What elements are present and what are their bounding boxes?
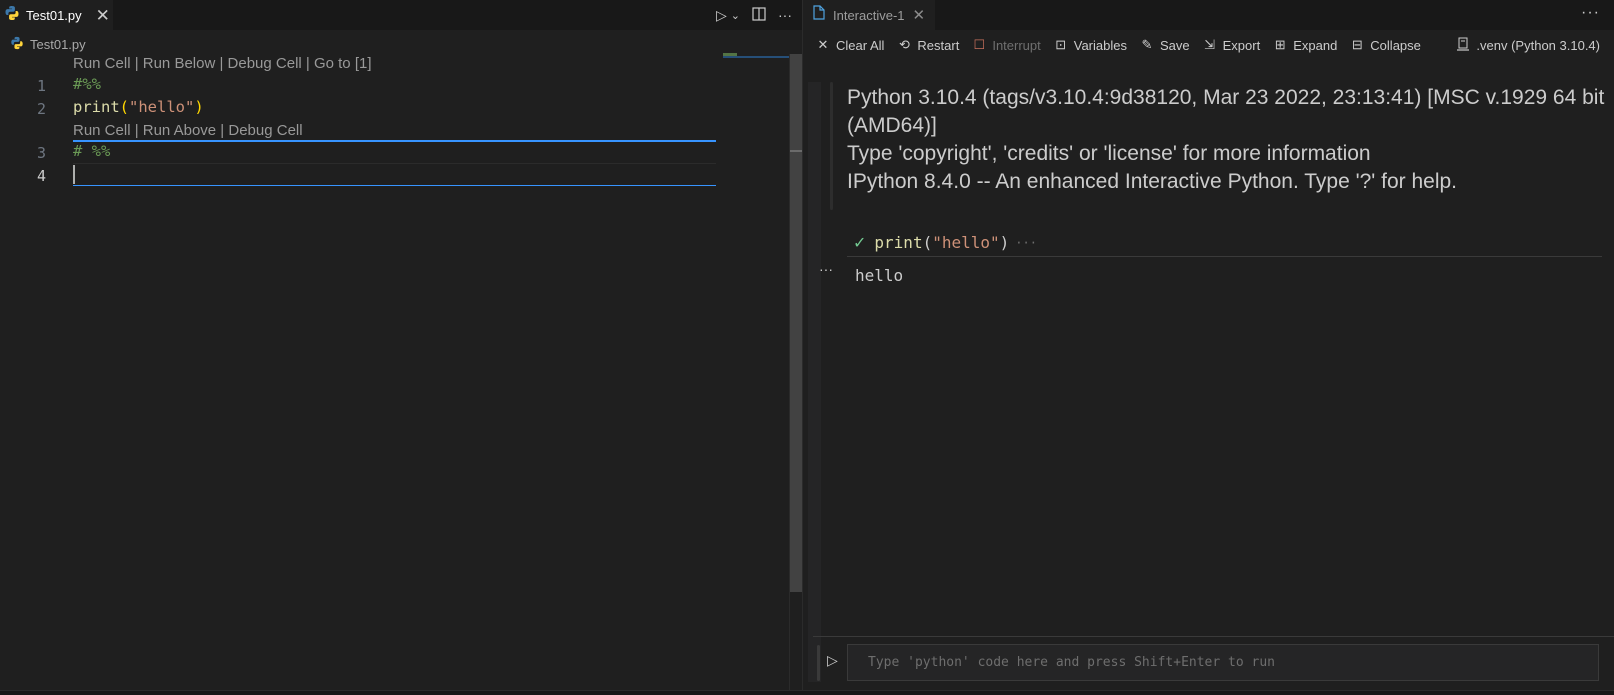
- cell-focus-indicator: [830, 82, 833, 210]
- token-string: "hello": [932, 233, 1000, 252]
- chevron-down-icon[interactable]: ⌄: [731, 9, 740, 22]
- success-check-icon: ✓: [853, 234, 867, 252]
- close-icon[interactable]: ✕: [913, 6, 926, 24]
- editor-tab-bar: Test01.py ✕ ▷ ⌄ ···: [0, 0, 802, 30]
- token-bracket: (: [119, 98, 130, 116]
- line-number: 2: [36, 100, 46, 118]
- output-actions-icon[interactable]: ···: [819, 261, 833, 277]
- clear-all-button[interactable]: ✕ Clear All: [815, 37, 885, 53]
- tab-label: Test01.py: [26, 7, 82, 23]
- banner-line: IPython 8.4.0 -- An enhanced Interactive…: [847, 170, 1458, 193]
- interrupt-button[interactable]: ☐ Interrupt: [971, 37, 1041, 53]
- current-line-border: [73, 163, 716, 164]
- tab-label: Interactive-1: [833, 7, 905, 23]
- export-label: Export: [1222, 37, 1261, 53]
- kernel-banner: Python 3.10.4 (tags/v3.10.4:9d38120, Mar…: [847, 84, 1607, 196]
- minimap-slider[interactable]: [723, 56, 789, 58]
- export-icon: ⇲: [1204, 37, 1216, 52]
- expand-all-icon: ⊞: [1274, 37, 1286, 52]
- kernel-label: .venv (Python 3.10.4): [1476, 37, 1600, 53]
- clear-all-label: Clear All: [836, 37, 885, 53]
- breadcrumb-file[interactable]: Test01.py: [30, 37, 86, 52]
- export-button[interactable]: ⇲ Export: [1202, 37, 1261, 53]
- python-icon: [4, 5, 20, 26]
- stop-icon: ☐: [973, 37, 986, 52]
- code-input-box[interactable]: Type 'python' code here and press Shift+…: [847, 644, 1599, 681]
- split-editor-icon[interactable]: [752, 6, 766, 24]
- python-icon: [10, 36, 24, 53]
- cells-scrollbar[interactable]: [808, 82, 821, 682]
- variables-label: Variables: [1073, 37, 1127, 53]
- file-icon: [813, 5, 825, 25]
- save-icon: ✎: [1141, 37, 1153, 52]
- collapse-label: Collapse: [1370, 37, 1421, 53]
- save-button[interactable]: ✎ Save: [1139, 37, 1190, 53]
- tab-interactive-1[interactable]: Interactive-1 ✕: [803, 0, 935, 30]
- cell-divider: [73, 185, 716, 186]
- bottom-border: [0, 690, 1614, 695]
- ellipsis-icon[interactable]: ···: [1015, 236, 1037, 250]
- save-label: Save: [1159, 37, 1190, 53]
- restart-label: Restart: [917, 37, 960, 53]
- run-icon[interactable]: ▷: [716, 7, 727, 24]
- cell-output: hello: [855, 266, 904, 285]
- text-cursor: [73, 165, 75, 184]
- breadcrumb[interactable]: Test01.py: [10, 34, 86, 54]
- collapse-all-icon: ⊟: [1351, 37, 1363, 52]
- token-bracket: (: [922, 233, 933, 252]
- variables-button[interactable]: ⊡ Variables: [1053, 37, 1127, 53]
- more-actions-icon[interactable]: ···: [778, 7, 792, 23]
- codelens-cell-1[interactable]: Run Cell | Run Below | Debug Cell | Go t…: [73, 55, 372, 72]
- restart-button[interactable]: ⟲ Restart: [896, 37, 959, 53]
- editor-pane: Test01.py ✕ ▷ ⌄ ··· Test01.py Run Cell |…: [0, 0, 803, 690]
- token-bracket: ): [999, 233, 1010, 252]
- banner-line: Type 'copyright', 'credits' or 'license'…: [847, 142, 1371, 165]
- editor-scrollbar[interactable]: [789, 54, 803, 690]
- codelens-cell-2[interactable]: Run Cell | Run Above | Debug Cell: [73, 122, 303, 139]
- expand-button[interactable]: ⊞ Expand: [1272, 37, 1338, 53]
- code-line-3[interactable]: # %%: [73, 142, 110, 160]
- variables-icon: ⊡: [1055, 37, 1067, 52]
- kernel-picker[interactable]: .venv (Python 3.10.4): [1455, 37, 1600, 54]
- token-function: print: [874, 233, 923, 252]
- code-line-2[interactable]: print("hello"): [73, 98, 204, 116]
- close-icon: ✕: [817, 37, 829, 52]
- input-placeholder: Type 'python' code here and press Shift+…: [868, 655, 1275, 670]
- editor-actions: ▷ ⌄ ···: [716, 0, 792, 30]
- interrupt-label: Interrupt: [992, 37, 1041, 53]
- run-input-icon[interactable]: ▷: [827, 652, 841, 672]
- interactive-pane: Interactive-1 ✕ ··· ✕ Clear All ⟲ Restar…: [803, 0, 1614, 690]
- server-environment-icon: [1455, 37, 1471, 54]
- more-actions-icon[interactable]: ···: [1581, 4, 1600, 22]
- input-focus-indicator: [817, 645, 820, 681]
- token-function: print: [73, 98, 120, 116]
- line-number: 1: [36, 77, 46, 95]
- cell-divider: [73, 140, 716, 142]
- interactive-tab-bar: Interactive-1 ✕ ···: [803, 0, 1614, 30]
- vscode-window: Test01.py ✕ ▷ ⌄ ··· Test01.py Run Cell |…: [0, 0, 1614, 695]
- expand-label: Expand: [1293, 37, 1338, 53]
- interactive-toolbar: ✕ Clear All ⟲ Restart ☐ Interrupt ⊡ Vari…: [803, 34, 1614, 56]
- close-icon[interactable]: ✕: [96, 7, 110, 24]
- input-divider: [813, 636, 1614, 637]
- collapse-button[interactable]: ⊟ Collapse: [1349, 37, 1421, 53]
- banner-line: Python 3.10.4 (tags/v3.10.4:9d38120, Mar…: [847, 86, 1605, 137]
- executed-cell-input[interactable]: ✓ print("hello") ···: [847, 229, 1602, 257]
- token-bracket: ): [194, 98, 204, 116]
- line-number: 4: [36, 167, 46, 185]
- tab-test01-py[interactable]: Test01.py ✕: [0, 0, 113, 30]
- code-line-1[interactable]: #%%: [73, 75, 101, 93]
- restart-icon: ⟲: [898, 37, 910, 52]
- line-number: 3: [36, 144, 46, 162]
- token-string: "hello": [129, 98, 195, 116]
